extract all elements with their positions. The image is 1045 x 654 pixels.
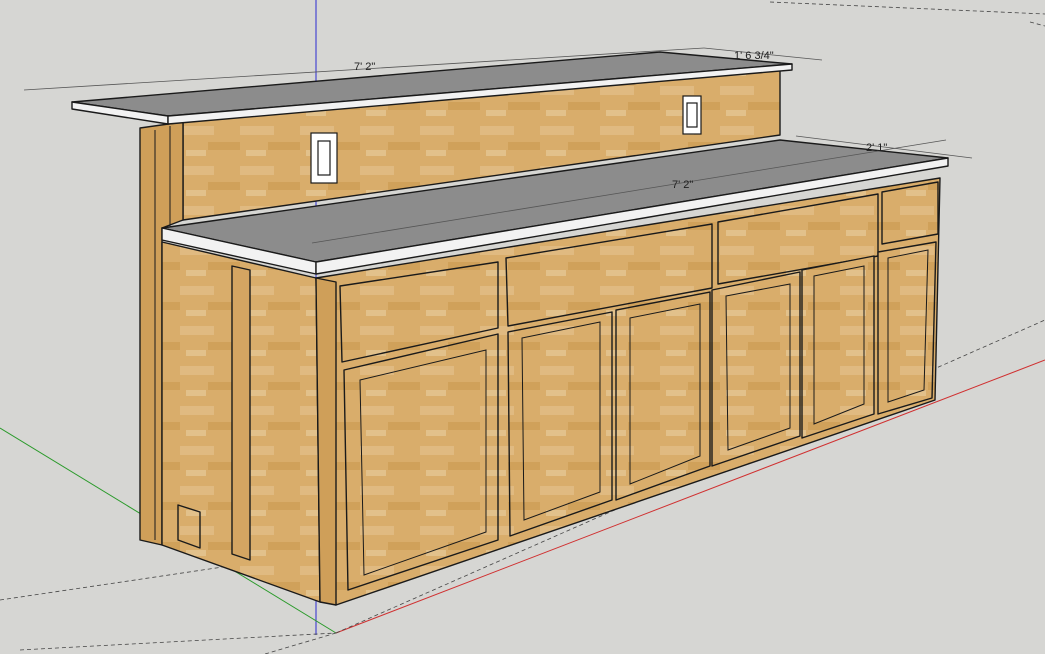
- right-dashed: [1029, 21, 1045, 27]
- drawer-4: [881, 181, 939, 245]
- dimension-lower-length-text: 7' 2": [672, 179, 693, 191]
- modeling-viewport[interactable]: 7' 2" 1' 6 3/4" 7' 2" 2' 1": [0, 0, 1045, 654]
- scene-canvas[interactable]: 7' 2" 1' 6 3/4" 7' 2" 2' 1": [0, 0, 1045, 654]
- red-axis-dashed: [19, 632, 337, 651]
- top-dashed: [769, 1, 1045, 15]
- outlet-left[interactable]: [310, 132, 338, 184]
- dimension-upper-depth-text: 1' 6 3/4": [734, 50, 774, 62]
- dimension-lower-depth-text: 2' 1": [866, 142, 887, 154]
- outlet-right[interactable]: [682, 95, 702, 135]
- side-panel[interactable]: [161, 241, 321, 603]
- dimension-upper-length-text: 7' 2": [354, 61, 375, 73]
- green-dash-2: [264, 632, 337, 654]
- door-5: [801, 255, 875, 439]
- door-4: [711, 271, 801, 467]
